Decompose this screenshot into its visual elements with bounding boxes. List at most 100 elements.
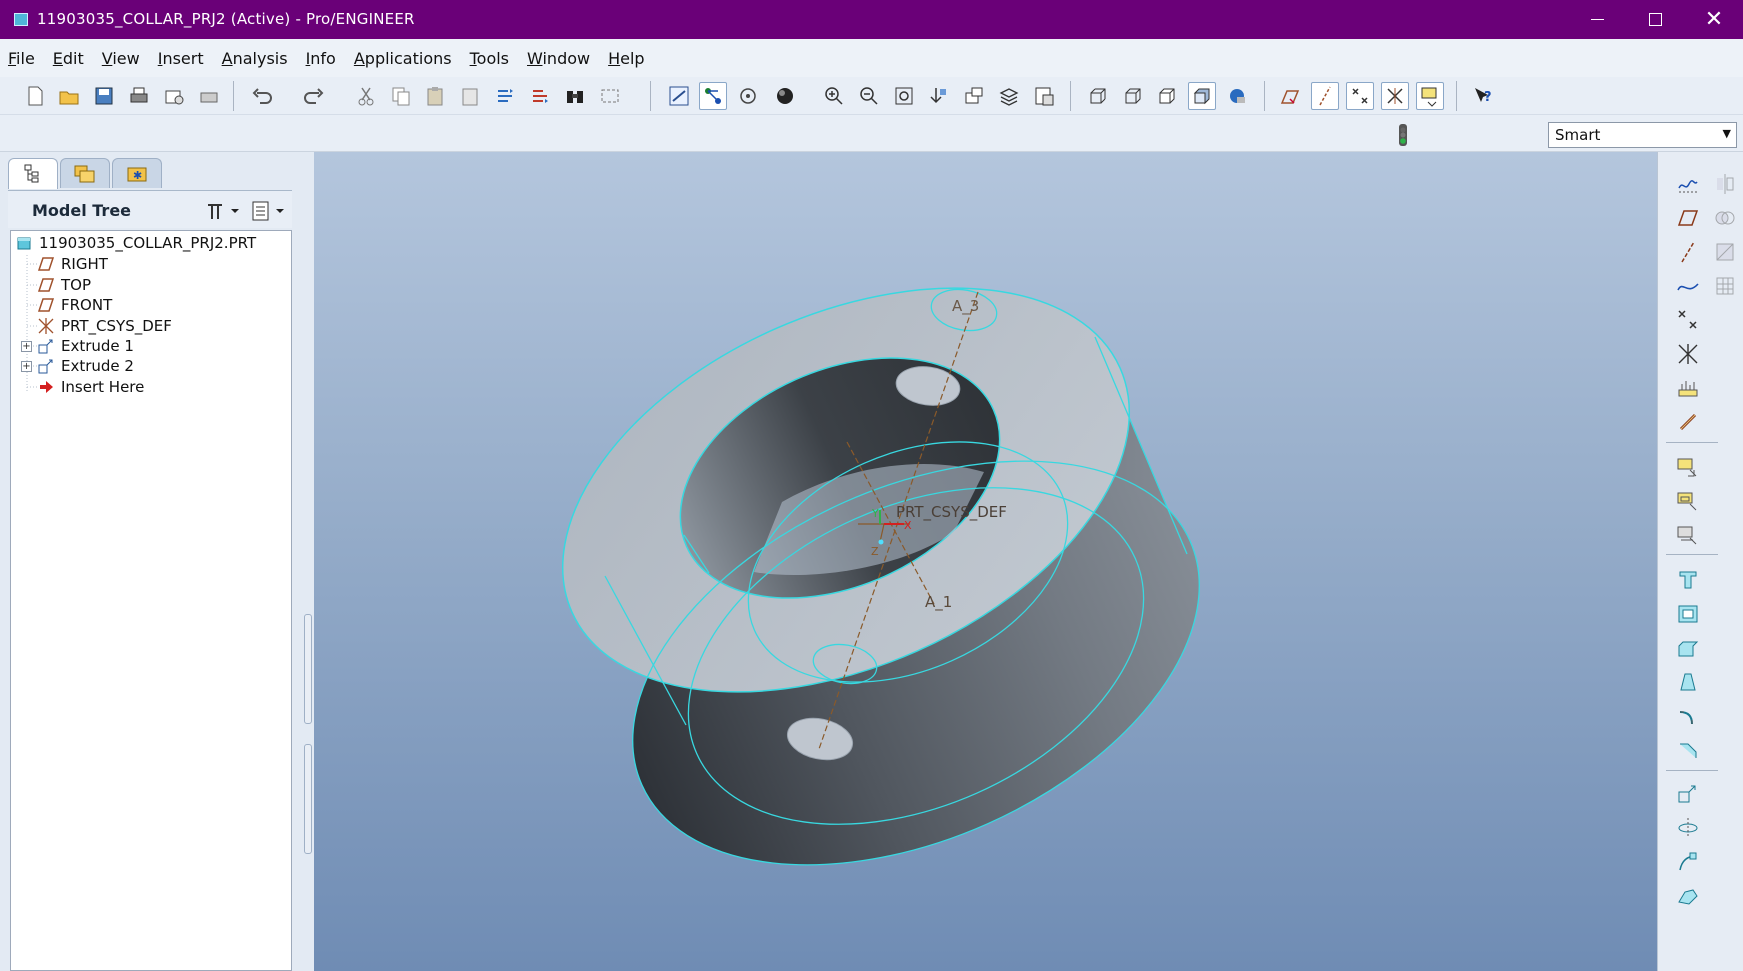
datum-plane-tool-button[interactable] [1673,204,1703,232]
menu-file[interactable]: File [8,49,35,68]
csys-tool-button[interactable] [1673,340,1703,368]
selection-filter-dropdown[interactable]: Smart ▼ [1548,122,1737,148]
paste-special-button[interactable] [456,82,484,110]
paste-button[interactable] [421,82,449,110]
menu-window[interactable]: Window [527,49,590,68]
sketch-tool-button[interactable] [1673,170,1703,198]
zoom-in-button[interactable] [820,82,848,110]
annotation-toggle[interactable] [1416,82,1444,110]
save-button[interactable] [90,82,118,110]
copy-button[interactable] [387,82,415,110]
csys-label[interactable]: PRT_CSYS_DEF [896,503,1007,522]
tree-settings-button[interactable] [204,199,242,223]
wireframe-button[interactable] [1084,82,1112,110]
send-button[interactable] [195,82,223,110]
csys-toggle[interactable] [1381,82,1409,110]
splitter-grip-top[interactable] [304,614,312,724]
copy-geom-button[interactable] [1673,488,1703,516]
traffic-light-icon[interactable] [1394,123,1412,147]
find-button[interactable] [561,82,589,110]
close-button[interactable]: ✕ [1685,0,1743,39]
mirror-tool-button[interactable] [1710,170,1740,198]
menu-edit[interactable]: Edit [53,49,84,68]
menu-view[interactable]: View [102,49,140,68]
layers-button[interactable] [995,82,1023,110]
tree-item-top[interactable]: TOP [37,274,91,296]
publish-geom-button[interactable] [1673,522,1703,550]
redo-button[interactable] [300,82,328,110]
chain-feature-button[interactable] [1673,408,1703,436]
datum-curve-tool-button[interactable] [1673,272,1703,300]
expand-toggle[interactable]: + [21,361,32,372]
expand-toggle[interactable]: + [21,341,32,352]
menu-applications[interactable]: Applications [354,49,452,68]
zoom-out-button[interactable] [855,82,883,110]
tree-item-front[interactable]: FRONT [37,294,112,316]
menu-help[interactable]: Help [608,49,644,68]
regen-manager-button[interactable] [526,82,554,110]
draft-tool-button[interactable] [1673,668,1703,696]
round-tool-button[interactable] [1673,702,1703,730]
tree-item-right[interactable]: RIGHT [37,253,108,275]
select-box-button[interactable] [596,82,624,110]
new-file-button[interactable] [21,82,49,110]
datum-axes-toggle[interactable] [1311,82,1339,110]
graphics-window[interactable]: A_3 A_1 Y X Z PRT_CSYS_DEF [314,152,1657,971]
undo-button[interactable] [248,82,276,110]
pattern-tool-button[interactable] [1710,272,1740,300]
email-button[interactable] [160,82,188,110]
cut-button[interactable] [352,82,380,110]
no-hidden-button[interactable] [1153,82,1181,110]
tree-item-extrude-2[interactable]: Extrude 2 [37,355,134,377]
enhanced-realism-button[interactable] [1223,82,1251,110]
panel-splitter[interactable] [303,462,314,971]
tree-item-insert-here[interactable]: Insert Here [37,376,144,398]
merge-tool-button[interactable] [1710,204,1740,232]
extrude-tool-button[interactable] [1673,780,1703,808]
axis-a1-label[interactable]: A_1 [925,593,952,612]
view-manager-button[interactable] [1030,82,1058,110]
reorient-button[interactable] [925,82,953,110]
context-help-button[interactable]: ? [1469,82,1497,110]
orient-mode-button[interactable] [734,82,762,110]
datum-axis-tool-button[interactable] [1673,238,1703,266]
datum-planes-toggle[interactable] [1276,82,1304,110]
shell-tool-button[interactable] [1673,600,1703,628]
sweep-tool-button[interactable] [1673,848,1703,876]
minimize-button[interactable] [1568,0,1626,39]
menu-insert[interactable]: Insert [158,49,204,68]
show-options-button[interactable] [250,199,288,223]
folder-browser-tab[interactable] [60,158,110,188]
model-tree-tab[interactable] [8,158,58,189]
spin-center-button[interactable] [699,82,727,110]
analysis-feature-button[interactable] [1673,374,1703,402]
menu-info[interactable]: Info [306,49,336,68]
hole-tool-button[interactable] [1673,566,1703,594]
menu-tools[interactable]: Tools [470,49,509,68]
annotation-feature-button[interactable] [1673,454,1703,482]
menu-analysis[interactable]: Analysis [222,49,288,68]
trim-tool-button[interactable] [1710,238,1740,266]
tree-item-extrude-1[interactable]: Extrude 1 [37,335,134,357]
saved-views-button[interactable] [960,82,988,110]
shading-button[interactable] [772,82,800,110]
regenerate-button[interactable] [491,82,519,110]
print-button[interactable] [125,82,153,110]
shaded-button[interactable] [1188,82,1216,110]
hidden-line-button[interactable] [1119,82,1147,110]
datum-points-toggle[interactable] [1346,82,1374,110]
datum-point-tool-button[interactable] [1673,306,1703,334]
favorites-tab[interactable]: ✱ [112,158,162,188]
axis-a3-label[interactable]: A_3 [952,297,979,316]
maximize-button[interactable] [1626,0,1684,39]
chamfer-tool-button[interactable] [1673,736,1703,764]
splitter-grip-bottom[interactable] [304,744,312,854]
open-button[interactable] [55,82,83,110]
repaint-button[interactable] [665,82,693,110]
blend-tool-button[interactable] [1673,882,1703,910]
refit-button[interactable] [890,82,918,110]
collar-model[interactable]: A_3 A_1 Y X Z PRT_CSYS_DEF [314,152,1657,971]
rib-tool-button[interactable] [1673,634,1703,662]
tree-item-csys[interactable]: PRT_CSYS_DEF [37,315,172,337]
revolve-tool-button[interactable] [1673,814,1703,842]
